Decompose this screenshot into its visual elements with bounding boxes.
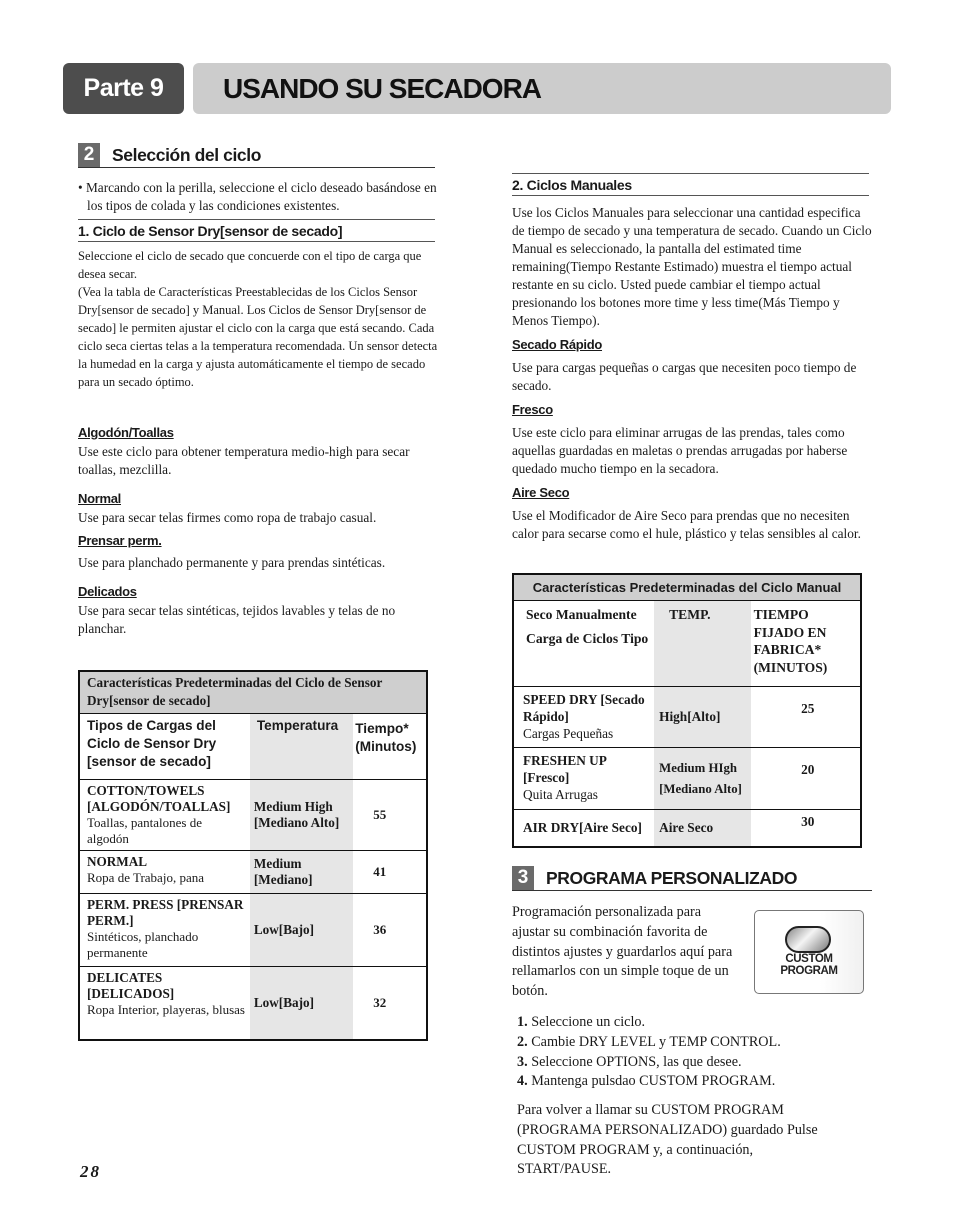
manual-cycle-table: Características Predeterminadas del Cicl… (512, 573, 862, 849)
time-minutes: 25 (750, 686, 861, 749)
step-number: 4. (517, 1073, 528, 1090)
cycle-desc: Use este ciclo para eliminar arrugas de … (512, 425, 848, 476)
column-header: TIEMPO FIJADO EN FABRICA* (MINUTOS) (750, 600, 861, 687)
load-type: Ropa Interior, playeras, blusas (87, 1002, 245, 1017)
manual-heading: 2. Ciclos Manuales (512, 173, 869, 196)
column-header: TEMP. (654, 600, 751, 687)
time-minutes: 55 (353, 779, 427, 851)
page-title: USANDO SU SECADORA (223, 72, 542, 104)
custom-program-label-line1: CUSTOM (785, 953, 833, 965)
steps-list: 1. Seleccione un ciclo. 2. Cambie DRY LE… (517, 1013, 781, 1092)
step-text: Cambie DRY LEVEL y TEMP CONTROL. (531, 1033, 781, 1050)
cycle-desc: Use este ciclo para obtener temperatura … (78, 444, 410, 477)
temperature: Medium HIgh [Mediano Alto] (654, 747, 751, 810)
page-title-bar: USANDO SU SECADORA (193, 63, 891, 114)
custom-program-button-icon (785, 926, 831, 953)
column-header: Seco Manualmente (526, 607, 637, 622)
custom-program-button-illustration: CUSTOM PROGRAM (754, 910, 864, 994)
cycle-name: NORMAL (87, 854, 148, 869)
column-header: Tiempo* (Minutos) (353, 713, 427, 780)
sensor-body: Seleccione el ciclo de secado que concue… (78, 247, 438, 391)
load-type: Quita Arrugas (523, 786, 598, 802)
section-number: 3 (512, 866, 534, 890)
load-type: Ropa de Trabajo, pana (87, 870, 204, 885)
recall-instructions: Para volver a llamar su CUSTOM PROGRAM (… (517, 1102, 818, 1178)
section-2-intro: • Marcando con la perilla, seleccione el… (78, 180, 437, 213)
step-item: 2. Cambie DRY LEVEL y TEMP CONTROL. (517, 1033, 781, 1053)
cycle-desc: Use para cargas pequeñas o cargas que ne… (512, 360, 857, 393)
load-type: Cargas Pequeñas (523, 725, 614, 741)
table-caption: Características Predeterminadas del Cicl… (79, 671, 427, 714)
cycle-name: FRESHEN UP [Fresco] (523, 753, 607, 786)
section-title: Selección del ciclo (112, 145, 261, 165)
part-label: Parte 9 (83, 74, 164, 102)
cycle-label: Fresco (512, 402, 553, 417)
load-type: Toallas, pantalones de algodón (87, 815, 202, 846)
cycle-name: COTTON/TOWELS [ALGODÓN/TOALLAS] (87, 783, 231, 814)
custom-program-label-line2: PROGRAM (780, 965, 838, 977)
table-row: SPEED DRY [Secado Rápido] Cargas Pequeñas… (513, 686, 861, 749)
cycle-label: Algodón/Toallas (78, 425, 174, 440)
table-caption: Características Predeterminadas del Cicl… (513, 574, 861, 601)
temperature: Aire Seco (654, 809, 751, 848)
table-row: AIR DRY[Aire Seco] Aire Seco 30 (513, 809, 861, 848)
time-minutes: 30 (750, 809, 861, 848)
cycle-desc: Use para planchado permanente y para pre… (78, 555, 386, 570)
load-type: Sintéticos, planchado permanente (87, 929, 199, 960)
temperature: Medium [Mediano] (249, 850, 354, 894)
time-minutes: 20 (750, 747, 861, 810)
step-number: 3. (517, 1053, 528, 1070)
cycle-label: Normal (78, 491, 121, 506)
time-minutes: 32 (353, 966, 427, 1040)
temperature: High[Alto] (654, 686, 751, 749)
column-header: Tipos de Cargas del Ciclo de Sensor Dry … (79, 713, 250, 780)
cycle-name: PERM. PRESS [PRENSAR PERM.] (87, 897, 244, 928)
part-badge: Parte 9 (63, 63, 184, 114)
custom-program-label: CUSTOM PROGRAM (755, 953, 863, 977)
table-row: FRESHEN UP [Fresco] Quita Arrugas Medium … (513, 747, 861, 810)
section-2-heading: 2 Selección del ciclo (78, 143, 435, 168)
step-text: Seleccione OPTIONS, las que desee. (531, 1053, 742, 1070)
column-header: Carga de Ciclos Tipo (526, 631, 649, 646)
cycle-desc: Use para secar telas firmes como ropa de… (78, 510, 377, 525)
cycle-label: Prensar perm. (78, 533, 162, 548)
cycle-label: Secado Rápido (512, 337, 603, 352)
cycle-name: SPEED DRY [Secado Rápido] (523, 692, 645, 724)
temperature: Low[Bajo] (249, 966, 354, 1040)
cycle-label: Delicados (78, 584, 137, 599)
temperature: Medium High [Mediano Alto] (249, 779, 354, 851)
step-text: Mantenga pulsdao CUSTOM PROGRAM. (531, 1073, 776, 1090)
step-number: 2. (517, 1033, 528, 1050)
table-row: COTTON/TOWELS [ALGODÓN/TOALLAS] Toallas, … (79, 779, 427, 851)
time-minutes: 36 (353, 893, 427, 967)
section-3-intro: Programación personalizada para ajustar … (512, 904, 733, 1000)
step-item: 1. Seleccione un ciclo. (517, 1013, 781, 1033)
page-number: 28 (80, 1162, 101, 1181)
temperature: Low[Bajo] (249, 893, 354, 967)
sensor-body-line1: Seleccione el ciclo de secado que concue… (78, 249, 422, 281)
sensor-cycle-table: Características Predeterminadas del Cicl… (78, 670, 428, 1041)
table-row: DELICATES [DELICADOS] Ropa Interior, play… (79, 966, 427, 1040)
section-title: PROGRAMA PERSONALIZADO (546, 868, 798, 888)
manual-body: Use los Ciclos Manuales para seleccionar… (512, 205, 872, 328)
column-header: Temperatura (249, 713, 354, 780)
cycle-desc: Use para secar telas sintéticas, tejidos… (78, 603, 396, 636)
step-item: 4. Mantenga pulsdao CUSTOM PROGRAM. (517, 1072, 781, 1092)
section-3-heading: 3 PROGRAMA PERSONALIZADO (512, 866, 872, 891)
sensor-body-line2: (Vea la tabla de Características Preesta… (78, 285, 438, 389)
cycle-label: Aire Seco (512, 485, 570, 500)
table-row: NORMAL Ropa de Trabajo, pana Medium [Medi… (79, 850, 427, 894)
section-number: 2 (78, 143, 100, 167)
table-row: PERM. PRESS [PRENSAR PERM.] Sintéticos, p… (79, 893, 427, 967)
cycle-name: DELICATES [DELICADOS] (87, 970, 175, 1001)
sensor-heading: 1. Ciclo de Sensor Dry[sensor de secado] (78, 219, 435, 242)
time-minutes: 41 (353, 850, 427, 894)
cycle-desc: Use el Modificador de Aire Seco para pre… (512, 508, 861, 541)
step-text: Seleccione un ciclo. (531, 1014, 646, 1030)
step-number: 1. (517, 1014, 528, 1030)
step-item: 3. Seleccione OPTIONS, las que desee. (517, 1053, 781, 1073)
cycle-name: AIR DRY[Aire Seco] (513, 809, 655, 848)
